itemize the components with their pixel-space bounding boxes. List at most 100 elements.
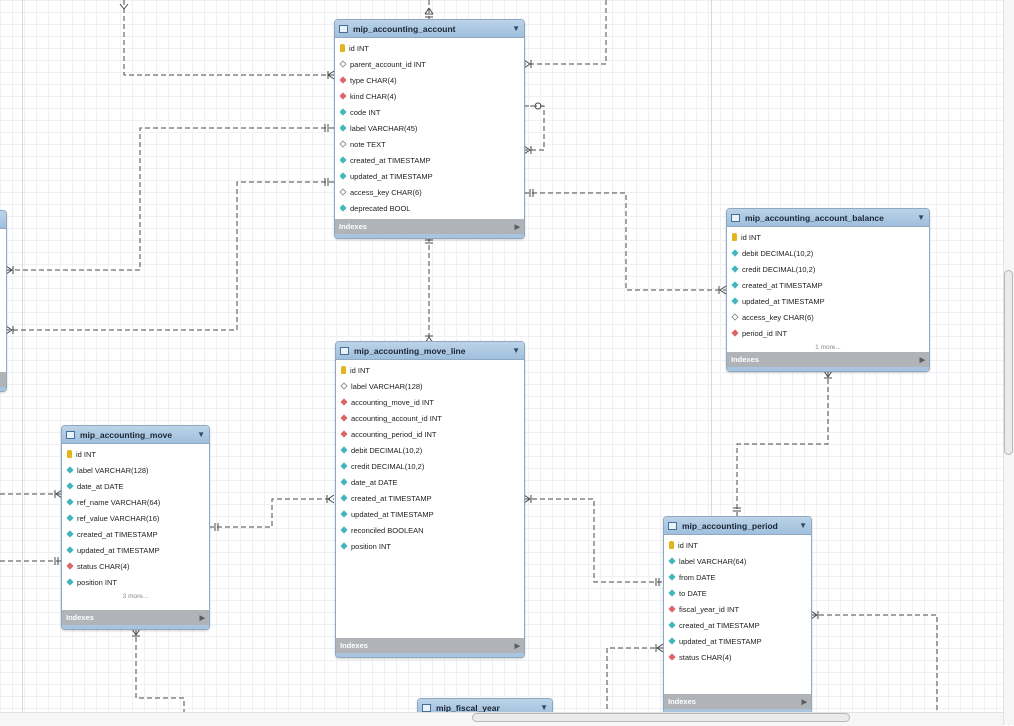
- column-diamond-icon: [668, 573, 676, 581]
- key-icon: [67, 450, 72, 458]
- column-row[interactable]: label VARCHAR(64): [664, 553, 811, 569]
- column-row[interactable]: period_id INT: [727, 325, 929, 341]
- column-row[interactable]: from DATE: [664, 569, 811, 585]
- expand-arrow-icon[interactable]: ▶: [200, 614, 205, 622]
- horizontal-scrollbar-thumb[interactable]: [472, 713, 850, 722]
- column-label: date_at DATE: [77, 481, 124, 491]
- indexes-section[interactable]: [0, 372, 6, 387]
- table-mip-accounting-account-balance[interactable]: mip_accounting_account_balance ▼ id INT deb…: [726, 208, 930, 372]
- column-row[interactable]: updated_at TIMESTAMP: [727, 293, 929, 309]
- indexes-section[interactable]: Indexes ▶: [664, 694, 811, 709]
- column-row[interactable]: id INT: [727, 229, 929, 245]
- column-row[interactable]: debit DECIMAL(10,2): [336, 442, 524, 458]
- diagram-canvas[interactable]: mip_accounting_account ▼ id INT parent_acco…: [0, 0, 1014, 726]
- indexes-section[interactable]: Indexes ▶: [336, 638, 524, 653]
- column-row[interactable]: parent_account_id INT: [335, 56, 524, 72]
- column-row[interactable]: created_at TIMESTAMP: [664, 617, 811, 633]
- column-row[interactable]: updated_at TIMESTAMP: [336, 506, 524, 522]
- partial-table-offscreen[interactable]: [0, 210, 7, 392]
- expand-arrow-icon[interactable]: ▶: [515, 223, 520, 231]
- column-row[interactable]: label VARCHAR(128): [62, 462, 209, 478]
- column-row[interactable]: fiscal_year_id INT: [664, 601, 811, 617]
- column-row[interactable]: id INT: [335, 40, 524, 56]
- nullable-diamond-icon: [339, 188, 347, 196]
- table-mip-accounting-account[interactable]: mip_accounting_account ▼ id INT parent_acco…: [334, 19, 525, 239]
- column-list: id INT label VARCHAR(128) date_at DATE ref_…: [62, 444, 209, 604]
- column-row[interactable]: deprecated BOOL: [335, 200, 524, 216]
- one-marker: [733, 507, 741, 512]
- column-row[interactable]: note TEXT: [335, 136, 524, 152]
- indexes-section[interactable]: Indexes ▶: [335, 219, 524, 234]
- collapse-triangle-icon[interactable]: ▼: [512, 346, 520, 355]
- collapse-triangle-icon[interactable]: ▼: [540, 703, 548, 712]
- column-row[interactable]: id INT: [62, 446, 209, 462]
- column-label: updated_at TIMESTAMP: [351, 509, 434, 519]
- column-row[interactable]: created_at TIMESTAMP: [62, 526, 209, 542]
- table-header[interactable]: mip_accounting_account ▼: [335, 20, 524, 38]
- column-row[interactable]: label VARCHAR(45): [335, 120, 524, 136]
- column-label: kind CHAR(4): [350, 91, 397, 101]
- more-columns-label[interactable]: 3 more...: [62, 590, 209, 604]
- column-row[interactable]: created_at TIMESTAMP: [727, 277, 929, 293]
- column-row[interactable]: id INT: [336, 362, 524, 378]
- expand-arrow-icon[interactable]: ▶: [802, 698, 807, 706]
- column-row[interactable]: ref_name VARCHAR(64): [62, 494, 209, 510]
- collapse-triangle-icon[interactable]: ▼: [197, 430, 205, 439]
- column-row[interactable]: accounting_move_id INT: [336, 394, 524, 410]
- column-label: type CHAR(4): [350, 75, 397, 85]
- column-row[interactable]: created_at TIMESTAMP: [336, 490, 524, 506]
- column-diamond-icon: [66, 498, 74, 506]
- column-row[interactable]: label VARCHAR(128): [336, 378, 524, 394]
- key-icon: [669, 541, 674, 549]
- column-row[interactable]: position INT: [336, 538, 524, 554]
- table-header[interactable]: mip_accounting_account_balance ▼: [727, 209, 929, 227]
- column-row[interactable]: status CHAR(4): [62, 558, 209, 574]
- table-header[interactable]: mip_accounting_move_line ▼: [336, 342, 524, 360]
- column-label: code INT: [350, 107, 381, 117]
- table-mip-accounting-move[interactable]: mip_accounting_move ▼ id INT label VARCHAR(…: [61, 425, 210, 630]
- column-row[interactable]: date_at DATE: [62, 478, 209, 494]
- column-row[interactable]: access_key CHAR(6): [727, 309, 929, 325]
- column-row[interactable]: kind CHAR(4): [335, 88, 524, 104]
- column-label: id INT: [349, 43, 370, 53]
- table-header[interactable]: mip_accounting_move ▼: [62, 426, 209, 444]
- column-row[interactable]: updated_at TIMESTAMP: [62, 542, 209, 558]
- column-label: status CHAR(4): [77, 561, 130, 571]
- column-row[interactable]: position INT: [62, 574, 209, 590]
- column-row[interactable]: to DATE: [664, 585, 811, 601]
- indexes-section[interactable]: Indexes ▶: [62, 610, 209, 625]
- column-row[interactable]: status CHAR(4): [664, 649, 811, 665]
- table-name: mip_accounting_move: [80, 429, 173, 440]
- table-mip-accounting-period[interactable]: mip_accounting_period ▼ id INT label VARCHA…: [663, 516, 812, 714]
- column-row[interactable]: code INT: [335, 104, 524, 120]
- column-row[interactable]: updated_at TIMESTAMP: [335, 168, 524, 184]
- column-row[interactable]: accounting_account_id INT: [336, 410, 524, 426]
- column-row[interactable]: created_at TIMESTAMP: [335, 152, 524, 168]
- column-row[interactable]: reconciled BOOLEAN: [336, 522, 524, 538]
- column-row[interactable]: credit DECIMAL(10,2): [727, 261, 929, 277]
- column-row[interactable]: type CHAR(4): [335, 72, 524, 88]
- column-diamond-icon: [339, 124, 347, 132]
- table-mip-accounting-move-line[interactable]: mip_accounting_move_line ▼ id INT label VAR…: [335, 341, 525, 658]
- column-row[interactable]: id INT: [664, 537, 811, 553]
- collapse-triangle-icon[interactable]: ▼: [917, 213, 925, 222]
- column-label: parent_account_id INT: [350, 59, 426, 69]
- column-label: created_at TIMESTAMP: [77, 529, 158, 539]
- collapse-triangle-icon[interactable]: ▼: [512, 24, 520, 33]
- expand-arrow-icon[interactable]: ▶: [515, 642, 520, 650]
- expand-arrow-icon[interactable]: ▶: [920, 356, 925, 364]
- column-row[interactable]: access_key CHAR(6): [335, 184, 524, 200]
- collapse-triangle-icon[interactable]: ▼: [799, 521, 807, 530]
- column-row[interactable]: credit DECIMAL(10,2): [336, 458, 524, 474]
- indexes-section[interactable]: Indexes ▶: [727, 352, 929, 367]
- table-header[interactable]: mip_accounting_period ▼: [664, 517, 811, 535]
- column-row[interactable]: debit DECIMAL(10,2): [727, 245, 929, 261]
- column-label: updated_at TIMESTAMP: [350, 171, 433, 181]
- column-row[interactable]: ref_value VARCHAR(16): [62, 510, 209, 526]
- vertical-scrollbar-thumb[interactable]: [1004, 270, 1013, 455]
- column-diamond-icon: [66, 466, 74, 474]
- column-label: credit DECIMAL(10,2): [351, 461, 425, 471]
- column-row[interactable]: date_at DATE: [336, 474, 524, 490]
- column-row[interactable]: accounting_period_id INT: [336, 426, 524, 442]
- column-row[interactable]: updated_at TIMESTAMP: [664, 633, 811, 649]
